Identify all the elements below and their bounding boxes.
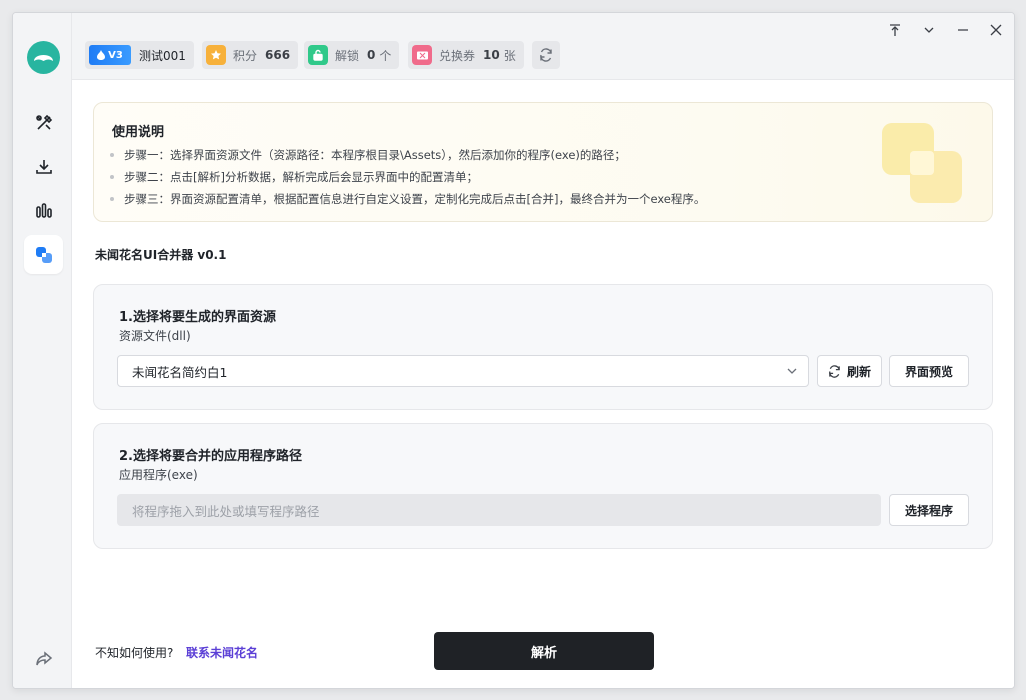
star-icon bbox=[206, 45, 226, 65]
choose-program-button-label: 选择程序 bbox=[904, 503, 953, 518]
stats-icon[interactable] bbox=[24, 191, 63, 230]
instruction-step-text: 步骤三：界面资源配置清单，根据配置信息进行自定义设置，定制化完成后点击[合并]，… bbox=[124, 192, 706, 206]
program-section-subtitle: 应用程序(exe) bbox=[119, 468, 198, 482]
instructions-panel: 使用说明 步骤一：选择界面资源文件（资源路径：本程序根目录\Assets），然后… bbox=[93, 102, 993, 222]
instruction-step-text: 步骤一：选择界面资源文件（资源路径：本程序根目录\Assets），然后添加你的程… bbox=[124, 148, 626, 162]
instruction-step-text: 步骤二：点击[解析]分析数据，解析完成后会显示界面中的配置清单； bbox=[124, 170, 478, 184]
coupon-unit: 张 bbox=[503, 48, 516, 63]
coupon-label: 兑换券 bbox=[439, 48, 476, 63]
resource-select[interactable]: 未闻花名简约白1 bbox=[117, 355, 809, 387]
unlock-label: 解锁 bbox=[335, 48, 360, 63]
instructions-title: 使用说明 bbox=[112, 125, 165, 140]
program-section-title: 2.选择将要合并的应用程序路径 bbox=[119, 449, 302, 464]
ticket-icon bbox=[412, 45, 432, 65]
refresh-icon bbox=[829, 364, 840, 378]
header-bar: V3 测试001 积分 666 解锁 0 个 兑换券 10 张 bbox=[72, 13, 1014, 80]
choose-program-button[interactable]: 选择程序 bbox=[889, 494, 969, 526]
unlock-chip[interactable]: 解锁 0 个 bbox=[304, 41, 400, 69]
contact-link[interactable]: 联系未闻花名 bbox=[186, 644, 258, 661]
points-label: 积分 bbox=[233, 48, 258, 63]
main-content: 使用说明 步骤一：选择界面资源文件（资源路径：本程序根目录\Assets），然后… bbox=[72, 80, 1014, 688]
refresh-button[interactable]: 刷新 bbox=[817, 355, 882, 387]
decorative-squares-icon bbox=[882, 123, 962, 203]
resource-section-title: 1.选择将要生成的界面资源 bbox=[119, 310, 276, 325]
parse-button-label: 解析 bbox=[530, 645, 557, 661]
minimize-icon[interactable] bbox=[952, 19, 974, 41]
share-icon[interactable] bbox=[24, 639, 63, 678]
username: 测试001 bbox=[139, 48, 186, 63]
refresh-button-label: 刷新 bbox=[846, 364, 871, 379]
unlock-icon bbox=[308, 45, 328, 65]
close-icon[interactable] bbox=[985, 19, 1007, 41]
resource-select-value: 未闻花名简约白1 bbox=[132, 364, 228, 380]
refresh-stats-icon[interactable] bbox=[532, 41, 560, 69]
points-chip[interactable]: 积分 666 bbox=[202, 41, 299, 69]
instruction-step: 步骤二：点击[解析]分析数据，解析完成后会显示界面中的配置清单； bbox=[110, 169, 478, 185]
instruction-step: 步骤三：界面资源配置清单，根据配置信息进行自定义设置，定制化完成后点击[合并]，… bbox=[110, 191, 705, 207]
vip-badge: V3 bbox=[89, 45, 131, 65]
coupon-value: 10 bbox=[483, 48, 500, 62]
points-value: 666 bbox=[265, 48, 291, 62]
help-text: 不知如何使用? bbox=[95, 646, 174, 660]
unlock-value: 0 bbox=[367, 48, 376, 62]
program-path-input[interactable]: 将程序拖入到此处或填写程序路径 bbox=[117, 494, 881, 526]
parse-button[interactable]: 解析 bbox=[434, 632, 654, 670]
merge-icon[interactable] bbox=[24, 235, 63, 274]
chevron-down-icon[interactable] bbox=[918, 19, 940, 41]
vip-badge-label: V3 bbox=[108, 49, 123, 61]
preview-button[interactable]: 界面预览 bbox=[889, 355, 969, 387]
instruction-step: 步骤一：选择界面资源文件（资源路径：本程序根目录\Assets），然后添加你的程… bbox=[110, 147, 626, 163]
preview-button-label: 界面预览 bbox=[904, 364, 953, 379]
unlock-unit: 个 bbox=[379, 48, 392, 63]
resource-section-subtitle: 资源文件(dll) bbox=[119, 329, 191, 343]
program-section: 2.选择将要合并的应用程序路径 应用程序(exe) 将程序拖入到此处或填写程序路… bbox=[93, 423, 993, 549]
chevron-down-icon bbox=[786, 365, 798, 380]
coupon-chip[interactable]: 兑换券 10 张 bbox=[408, 41, 524, 69]
app-logo bbox=[27, 41, 60, 74]
sidebar bbox=[13, 13, 72, 688]
user-chip[interactable]: V3 测试001 bbox=[85, 41, 194, 69]
pin-icon[interactable] bbox=[884, 19, 906, 41]
app-window: V3 测试001 积分 666 解锁 0 个 兑换券 10 张 使用说明 步骤一… bbox=[12, 12, 1015, 689]
app-title: 未闻花名UI合并器 v0.1 bbox=[95, 248, 227, 262]
program-path-placeholder: 将程序拖入到此处或填写程序路径 bbox=[132, 503, 320, 519]
download-icon[interactable] bbox=[24, 147, 63, 186]
resource-section: 1.选择将要生成的界面资源 资源文件(dll) 未闻花名简约白1 刷新 界面预览 bbox=[93, 284, 993, 410]
tools-icon[interactable] bbox=[24, 103, 63, 142]
